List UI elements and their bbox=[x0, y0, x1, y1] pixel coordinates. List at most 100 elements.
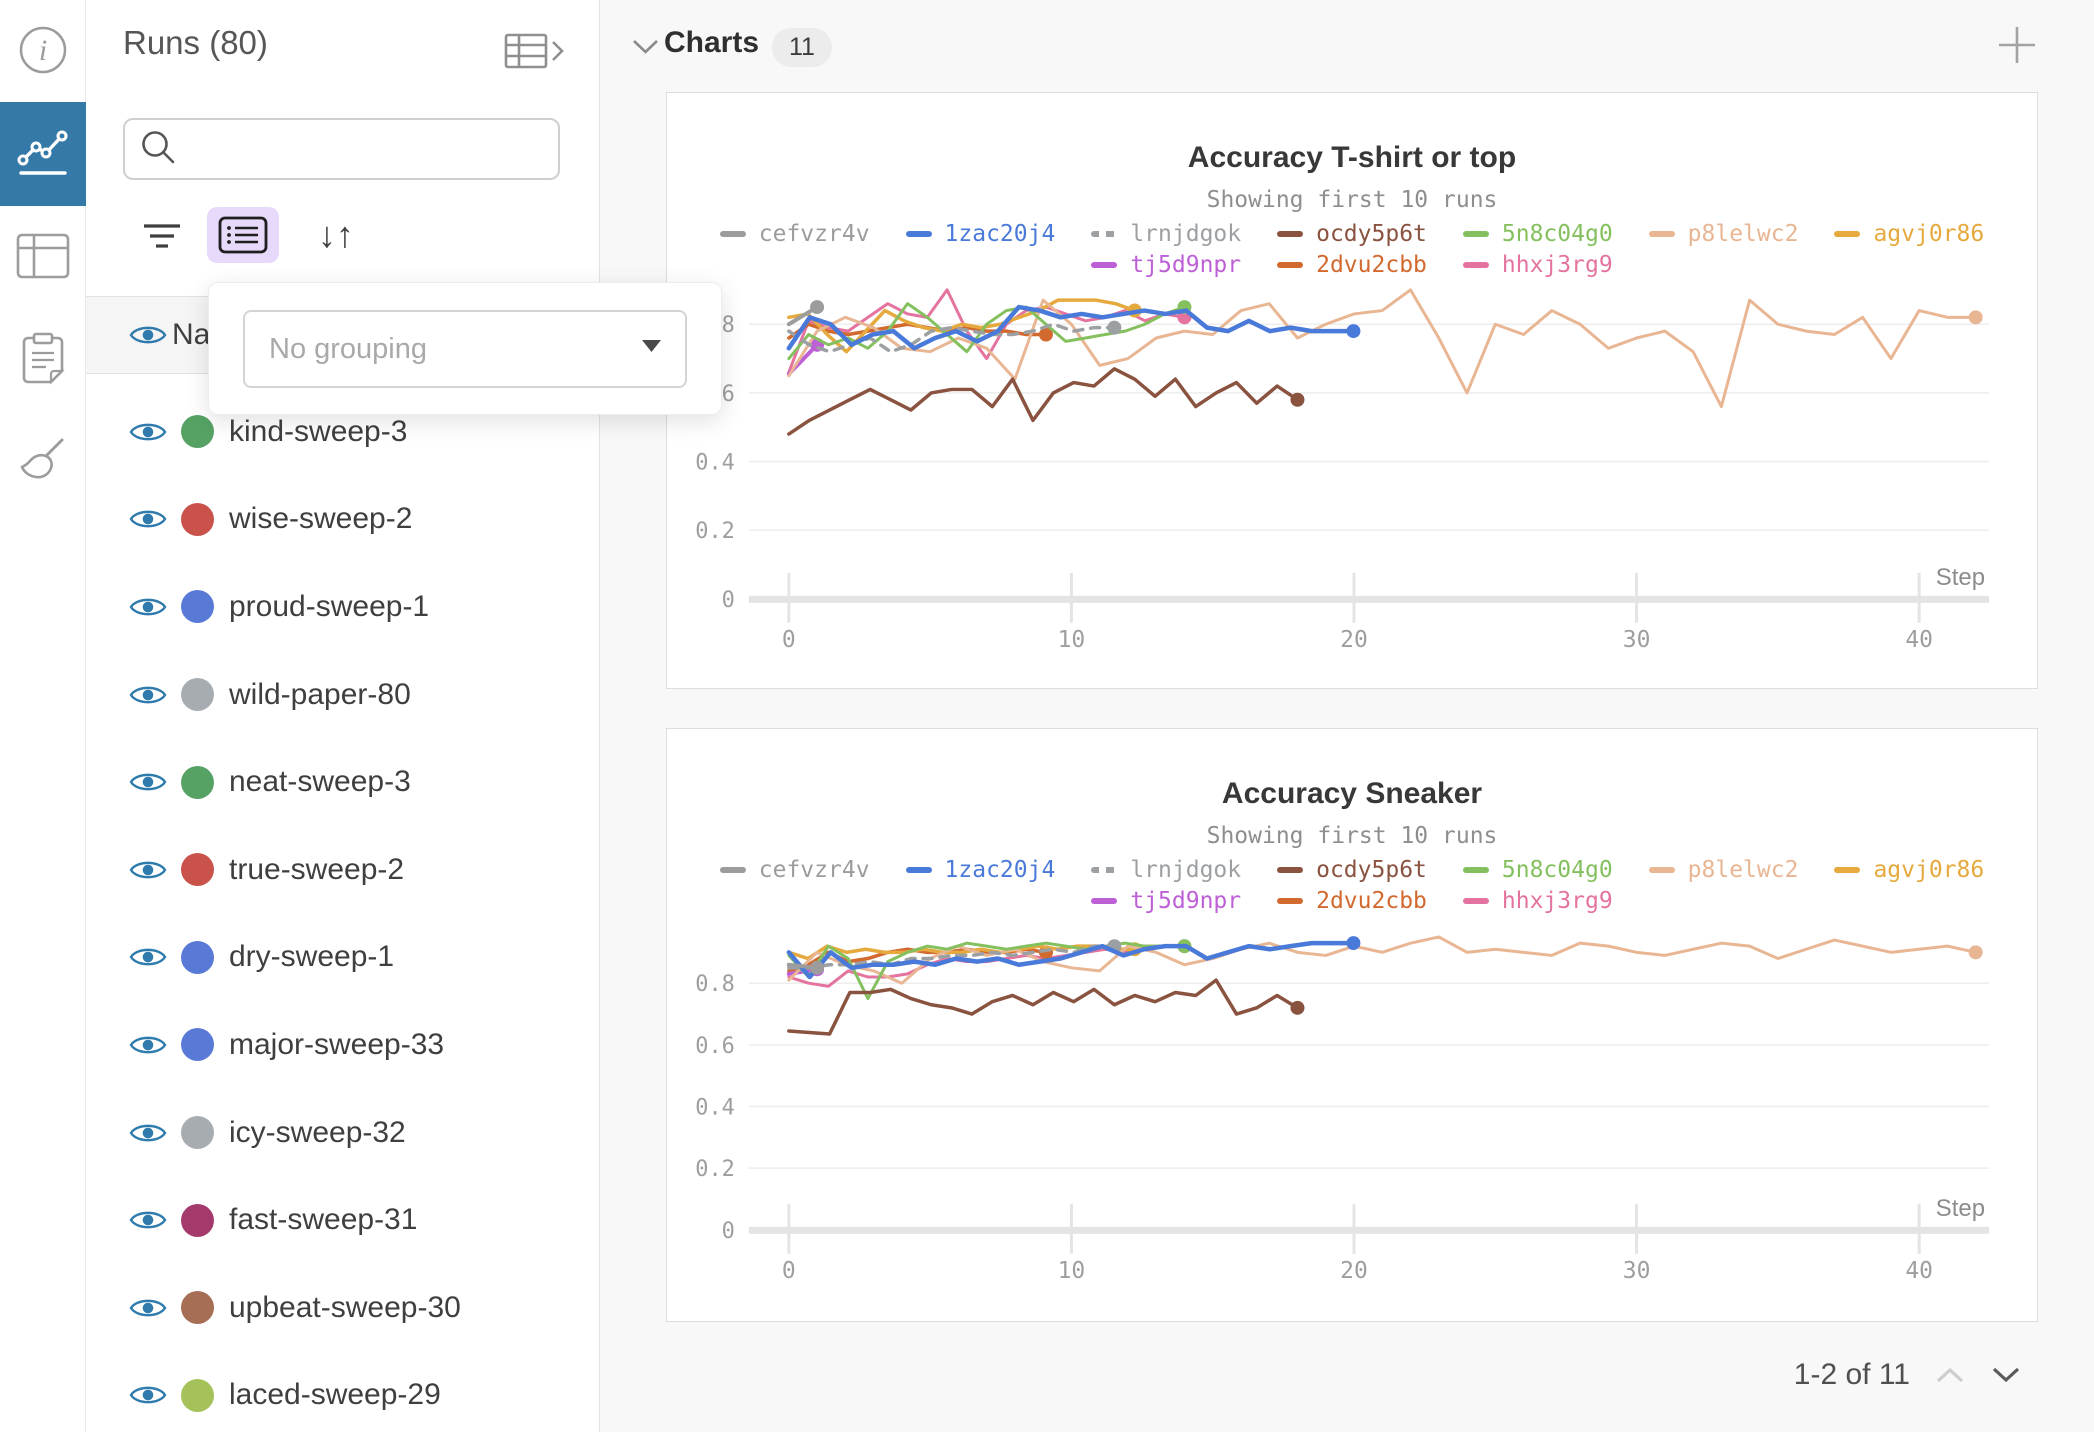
visibility-eye-icon[interactable] bbox=[129, 1295, 167, 1321]
run-search bbox=[123, 118, 560, 180]
sort-arrows-icon: ↓↑ bbox=[318, 214, 354, 256]
legend-item[interactable]: p8lelwc2 bbox=[1649, 857, 1799, 883]
run-table-icon bbox=[506, 35, 546, 67]
run-row[interactable]: neat-sweep-3 bbox=[86, 738, 599, 826]
rail-info-button[interactable]: i bbox=[0, 26, 86, 78]
svg-text:0: 0 bbox=[722, 588, 735, 613]
run-color-dot bbox=[181, 1379, 214, 1412]
filter-runs-button[interactable] bbox=[136, 212, 188, 262]
legend-swatch bbox=[1091, 262, 1117, 268]
run-color-dot bbox=[181, 503, 214, 536]
legend-run-id: ocdy5p6t bbox=[1316, 857, 1427, 883]
visibility-eye-icon[interactable] bbox=[129, 1032, 167, 1058]
legend-item[interactable]: agvj0r86 bbox=[1834, 857, 1984, 883]
svg-text:0.4: 0.4 bbox=[695, 451, 735, 476]
charts-section-collapse-button[interactable] bbox=[632, 38, 659, 58]
visibility-eye-icon[interactable] bbox=[129, 594, 167, 620]
grouping-select[interactable]: No grouping bbox=[243, 310, 687, 388]
run-name: proud-sweep-1 bbox=[229, 590, 429, 624]
pagination-next-button[interactable] bbox=[1990, 1365, 2022, 1385]
table-icon bbox=[16, 233, 70, 284]
legend-swatch bbox=[906, 231, 932, 237]
svg-text:0.2: 0.2 bbox=[695, 519, 735, 544]
legend-run-id: ocdy5p6t bbox=[1316, 221, 1427, 247]
legend-item[interactable]: cefvzr4v bbox=[720, 221, 870, 247]
chevron-up-icon bbox=[1934, 1365, 1966, 1385]
sort-runs-button[interactable]: ↓↑ bbox=[306, 208, 366, 262]
svg-text:40: 40 bbox=[1905, 1258, 1933, 1284]
wandb-workspace: i Runs (80) bbox=[0, 0, 2094, 1432]
visibility-eye-icon[interactable] bbox=[129, 1120, 167, 1146]
legend-item[interactable]: lrnjdgok bbox=[1091, 221, 1241, 247]
legend-item[interactable]: 1zac20j4 bbox=[906, 221, 1056, 247]
legend-item[interactable]: tj5d9npr bbox=[1091, 252, 1241, 278]
legend-swatch bbox=[1463, 231, 1489, 237]
svg-text:10: 10 bbox=[1058, 1258, 1086, 1284]
group-runs-button[interactable] bbox=[207, 207, 279, 263]
run-row[interactable]: dry-sweep-1 bbox=[86, 914, 599, 1002]
run-row[interactable]: major-sweep-33 bbox=[86, 1001, 599, 1089]
svg-text:0.4: 0.4 bbox=[695, 1096, 735, 1121]
run-color-dot bbox=[181, 1204, 214, 1237]
legend-item[interactable]: ocdy5p6t bbox=[1277, 857, 1427, 883]
legend-swatch bbox=[1091, 231, 1117, 237]
series-line-ocdy5p6t bbox=[789, 980, 1298, 1034]
legend-item[interactable]: 5n8c04g0 bbox=[1463, 857, 1613, 883]
legend-item[interactable]: p8lelwc2 bbox=[1649, 221, 1799, 247]
runs-panel: Runs (80) bbox=[86, 0, 600, 1432]
legend-run-id: hhxj3rg9 bbox=[1502, 252, 1613, 278]
legend-item[interactable]: 5n8c04g0 bbox=[1463, 221, 1613, 247]
legend-run-id: 1zac20j4 bbox=[945, 221, 1056, 247]
legend-item[interactable]: lrnjdgok bbox=[1091, 857, 1241, 883]
charts-area: Charts 11 Accuracy T-shirt or topShowing… bbox=[600, 0, 2094, 1432]
run-row[interactable]: fast-sweep-31 bbox=[86, 1176, 599, 1264]
run-row[interactable]: icy-sweep-32 bbox=[86, 1089, 599, 1177]
visibility-eye-icon[interactable] bbox=[129, 682, 167, 708]
run-search-input[interactable] bbox=[179, 134, 546, 165]
legend-swatch bbox=[1277, 262, 1303, 268]
run-row[interactable]: true-sweep-2 bbox=[86, 826, 599, 914]
broom-icon bbox=[15, 433, 71, 494]
visibility-eye-icon[interactable] bbox=[129, 944, 167, 970]
run-color-dot bbox=[181, 766, 214, 799]
rail-broom-button[interactable] bbox=[0, 434, 86, 492]
legend-swatch bbox=[1834, 231, 1860, 237]
grouping-popup: No grouping bbox=[208, 282, 722, 415]
run-row[interactable]: wise-sweep-2 bbox=[86, 476, 599, 564]
legend-swatch bbox=[1277, 867, 1303, 873]
run-name: fast-sweep-31 bbox=[229, 1203, 417, 1237]
run-row[interactable]: proud-sweep-1 bbox=[86, 563, 599, 651]
legend-item[interactable]: 1zac20j4 bbox=[906, 857, 1056, 883]
rail-table-button[interactable] bbox=[0, 232, 86, 284]
visibility-eye-icon[interactable] bbox=[129, 419, 167, 445]
legend-item[interactable]: ocdy5p6t bbox=[1277, 221, 1427, 247]
visibility-eye-icon[interactable] bbox=[129, 1382, 167, 1408]
expand-run-table-button[interactable] bbox=[504, 30, 566, 75]
chart-panel-accuracy-sneaker[interactable]: Accuracy SneakerShowing first 10 runscef… bbox=[666, 728, 2038, 1322]
legend-item[interactable]: 2dvu2cbb bbox=[1277, 252, 1427, 278]
svg-text:0: 0 bbox=[782, 627, 796, 653]
visibility-eye-icon[interactable] bbox=[129, 769, 167, 795]
rail-clipboard-button[interactable] bbox=[0, 332, 86, 388]
legend-item[interactable]: cefvzr4v bbox=[720, 857, 870, 883]
run-row[interactable]: wild-paper-80 bbox=[86, 651, 599, 739]
run-row[interactable]: laced-sweep-29 bbox=[86, 1352, 599, 1432]
svg-text:10: 10 bbox=[1058, 627, 1086, 653]
legend-item[interactable]: hhxj3rg9 bbox=[1463, 252, 1613, 278]
toggle-all-visibility-eye-icon[interactable] bbox=[129, 322, 167, 348]
legend-run-id: p8lelwc2 bbox=[1688, 857, 1799, 883]
pagination-prev-button[interactable] bbox=[1934, 1365, 1966, 1385]
visibility-eye-icon[interactable] bbox=[129, 506, 167, 532]
legend-swatch bbox=[1463, 898, 1489, 904]
caret-down-icon bbox=[642, 340, 661, 358]
visibility-eye-icon[interactable] bbox=[129, 1207, 167, 1233]
run-row[interactable]: upbeat-sweep-30 bbox=[86, 1264, 599, 1352]
visibility-eye-icon[interactable] bbox=[129, 857, 167, 883]
run-name: laced-sweep-29 bbox=[229, 1378, 441, 1412]
legend-item[interactable]: agvj0r86 bbox=[1834, 221, 1984, 247]
add-panel-button[interactable] bbox=[1996, 24, 2038, 69]
rail-line-chart-button[interactable] bbox=[0, 102, 86, 206]
chart-panel-accuracy-t-shirt-or-top[interactable]: Accuracy T-shirt or topShowing first 10 … bbox=[666, 92, 2038, 689]
run-color-dot bbox=[181, 590, 214, 623]
legend-swatch bbox=[720, 231, 746, 237]
